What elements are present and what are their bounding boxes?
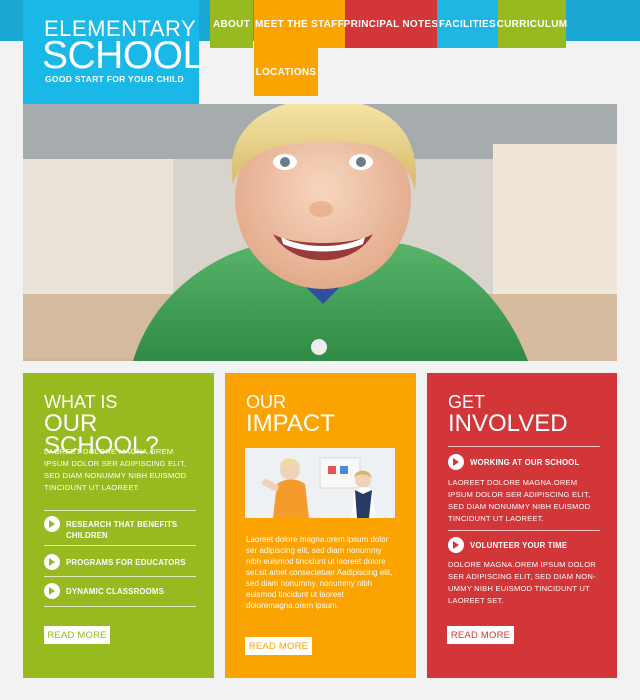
divider	[448, 530, 600, 531]
logo-line-2: SCHOOL	[42, 34, 204, 77]
read-more-button[interactable]: READ MORE	[44, 626, 110, 644]
arrow-right-icon	[44, 583, 60, 599]
list-item-volunteer[interactable]: VOLUNTEER YOUR TIME	[448, 537, 598, 556]
nav-locations[interactable]: LOCATIONS	[254, 48, 318, 96]
read-more-button[interactable]: READ MORE	[447, 626, 514, 644]
nav-principal-notes[interactable]: PRINCIPAL NOTES	[344, 0, 438, 48]
read-more-button[interactable]: READ MORE	[245, 637, 312, 655]
list-item-label: WORKING AT OUR SCHOOL	[470, 458, 580, 467]
hero-image	[23, 104, 617, 361]
card-text: LAOREET DOLORE MAGNA.OREM IPSUM DOLOR SE…	[448, 478, 591, 523]
list-item-label: PROGRAMS FOR EDUCATORS	[66, 558, 186, 567]
divider	[44, 576, 196, 577]
list-item-label: DYNAMIC CLASSROOMS	[66, 587, 165, 596]
card-title-big: IMPACT	[246, 410, 335, 437]
children-playing-illustration	[245, 448, 395, 518]
list-item-label: VOLUNTEER YOUR TIME	[470, 541, 568, 550]
nav-about[interactable]: ABOUT	[210, 0, 253, 48]
card-text: Laoreet dolore magna.orem ipsum dolor se…	[246, 535, 393, 610]
list-item-working[interactable]: WORKING AT OUR SCHOOL	[448, 454, 598, 473]
nav-facilities[interactable]: FACILITIES	[437, 0, 498, 48]
list-item-label: RESEARCH THAT BENEFITS CHILDREN	[66, 520, 178, 540]
divider	[44, 606, 196, 607]
arrow-right-icon	[44, 516, 60, 532]
card-what-is-our-school: WHAT IS OUR SCHOOL? LAOREET DOLORE MAGNA…	[23, 373, 214, 678]
nav-curriculum[interactable]: CURRICULUM	[497, 0, 567, 48]
smiling-child-illustration	[23, 104, 617, 361]
arrow-right-icon	[448, 454, 464, 470]
card-text: LAOREET DOLORE MAGNA.OREM IPSUM DOLOR SE…	[44, 447, 187, 492]
card-text: DOLORE MAGNA.OREM IPSUM DOLOR SER ADIPIS…	[448, 560, 596, 605]
logo-tagline: GOOD START FOR YOUR CHILD	[45, 74, 184, 84]
card-our-impact: OUR IMPACT Laoreet dolore magna.orem ips…	[225, 373, 416, 678]
nav-meet-the-staff[interactable]: MEET THE STAFF	[254, 0, 345, 48]
list-item-research[interactable]: RESEARCH THAT BENEFITS CHILDREN	[44, 516, 194, 541]
card-title: GET INVOLVED	[448, 391, 568, 437]
school-logo[interactable]: ELEMENTARY SCHOOL GOOD START FOR YOUR CH…	[23, 0, 204, 104]
divider	[44, 510, 196, 511]
list-item-classrooms[interactable]: DYNAMIC CLASSROOMS	[44, 583, 194, 602]
divider	[448, 446, 600, 447]
list-item-programs[interactable]: PROGRAMS FOR EDUCATORS	[44, 554, 194, 573]
card-get-involved: GET INVOLVED WORKING AT OUR SCHOOL LAORE…	[427, 373, 617, 678]
card-title-big: INVOLVED	[448, 410, 568, 437]
divider	[44, 545, 196, 546]
arrow-right-icon	[44, 554, 60, 570]
card-title: OUR IMPACT	[246, 391, 335, 437]
arrow-right-icon	[448, 537, 464, 553]
impact-photo	[245, 448, 395, 518]
